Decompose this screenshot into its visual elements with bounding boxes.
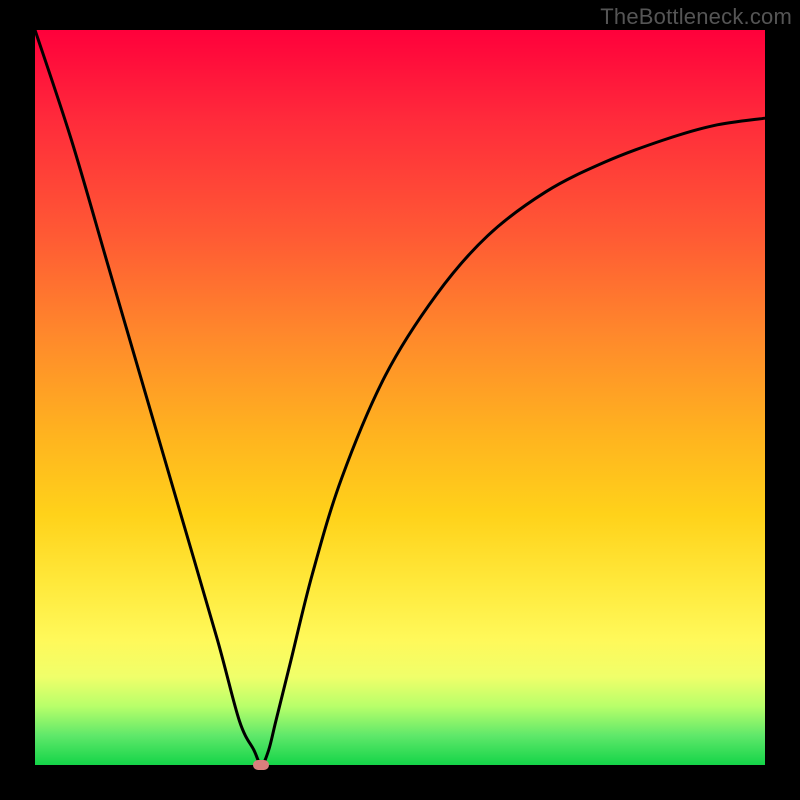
bottleneck-curve (35, 30, 765, 765)
minimum-marker (253, 760, 269, 770)
chart-frame: TheBottleneck.com (0, 0, 800, 800)
plot-area (35, 30, 765, 765)
curve-svg (35, 30, 765, 765)
watermark-text: TheBottleneck.com (600, 4, 792, 30)
